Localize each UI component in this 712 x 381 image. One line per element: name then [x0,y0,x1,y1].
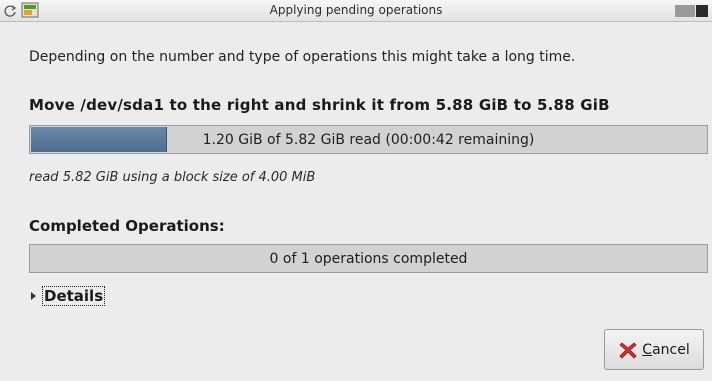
window-controls [675,5,708,17]
cancel-label-rest: ancel [652,341,690,358]
window-titlebar: Applying pending operations [0,0,712,22]
read-info: read 5.82 GiB using a block size of 4.00… [29,170,316,185]
window-title: Applying pending operations [269,3,443,17]
cancel-icon [618,340,638,360]
cancel-button[interactable]: Cancel [604,329,704,370]
cancel-mnemonic: C [642,341,653,358]
current-operation-progress: 1.20 GiB of 5.82 GiB read (00:00:42 rema… [29,125,708,154]
details-label: Details [42,286,106,306]
completed-progress-text: 0 of 1 operations completed [269,251,468,267]
completed-operations-heading: Completed Operations: [29,217,225,235]
expander-arrow-icon [31,292,36,300]
close-button[interactable] [696,5,708,17]
completed-operations-progress: 0 of 1 operations completed [29,244,708,273]
cancel-label: Cancel [642,342,689,358]
progress-text: 1.20 GiB of 5.82 GiB read (00:00:42 rema… [202,132,535,148]
details-expander[interactable]: Details [31,285,106,307]
current-operation-title: Move /dev/sda1 to the right and shrink i… [29,96,610,114]
minimize-button[interactable] [675,5,695,17]
dialog-description: Depending on the number and type of oper… [29,49,576,65]
